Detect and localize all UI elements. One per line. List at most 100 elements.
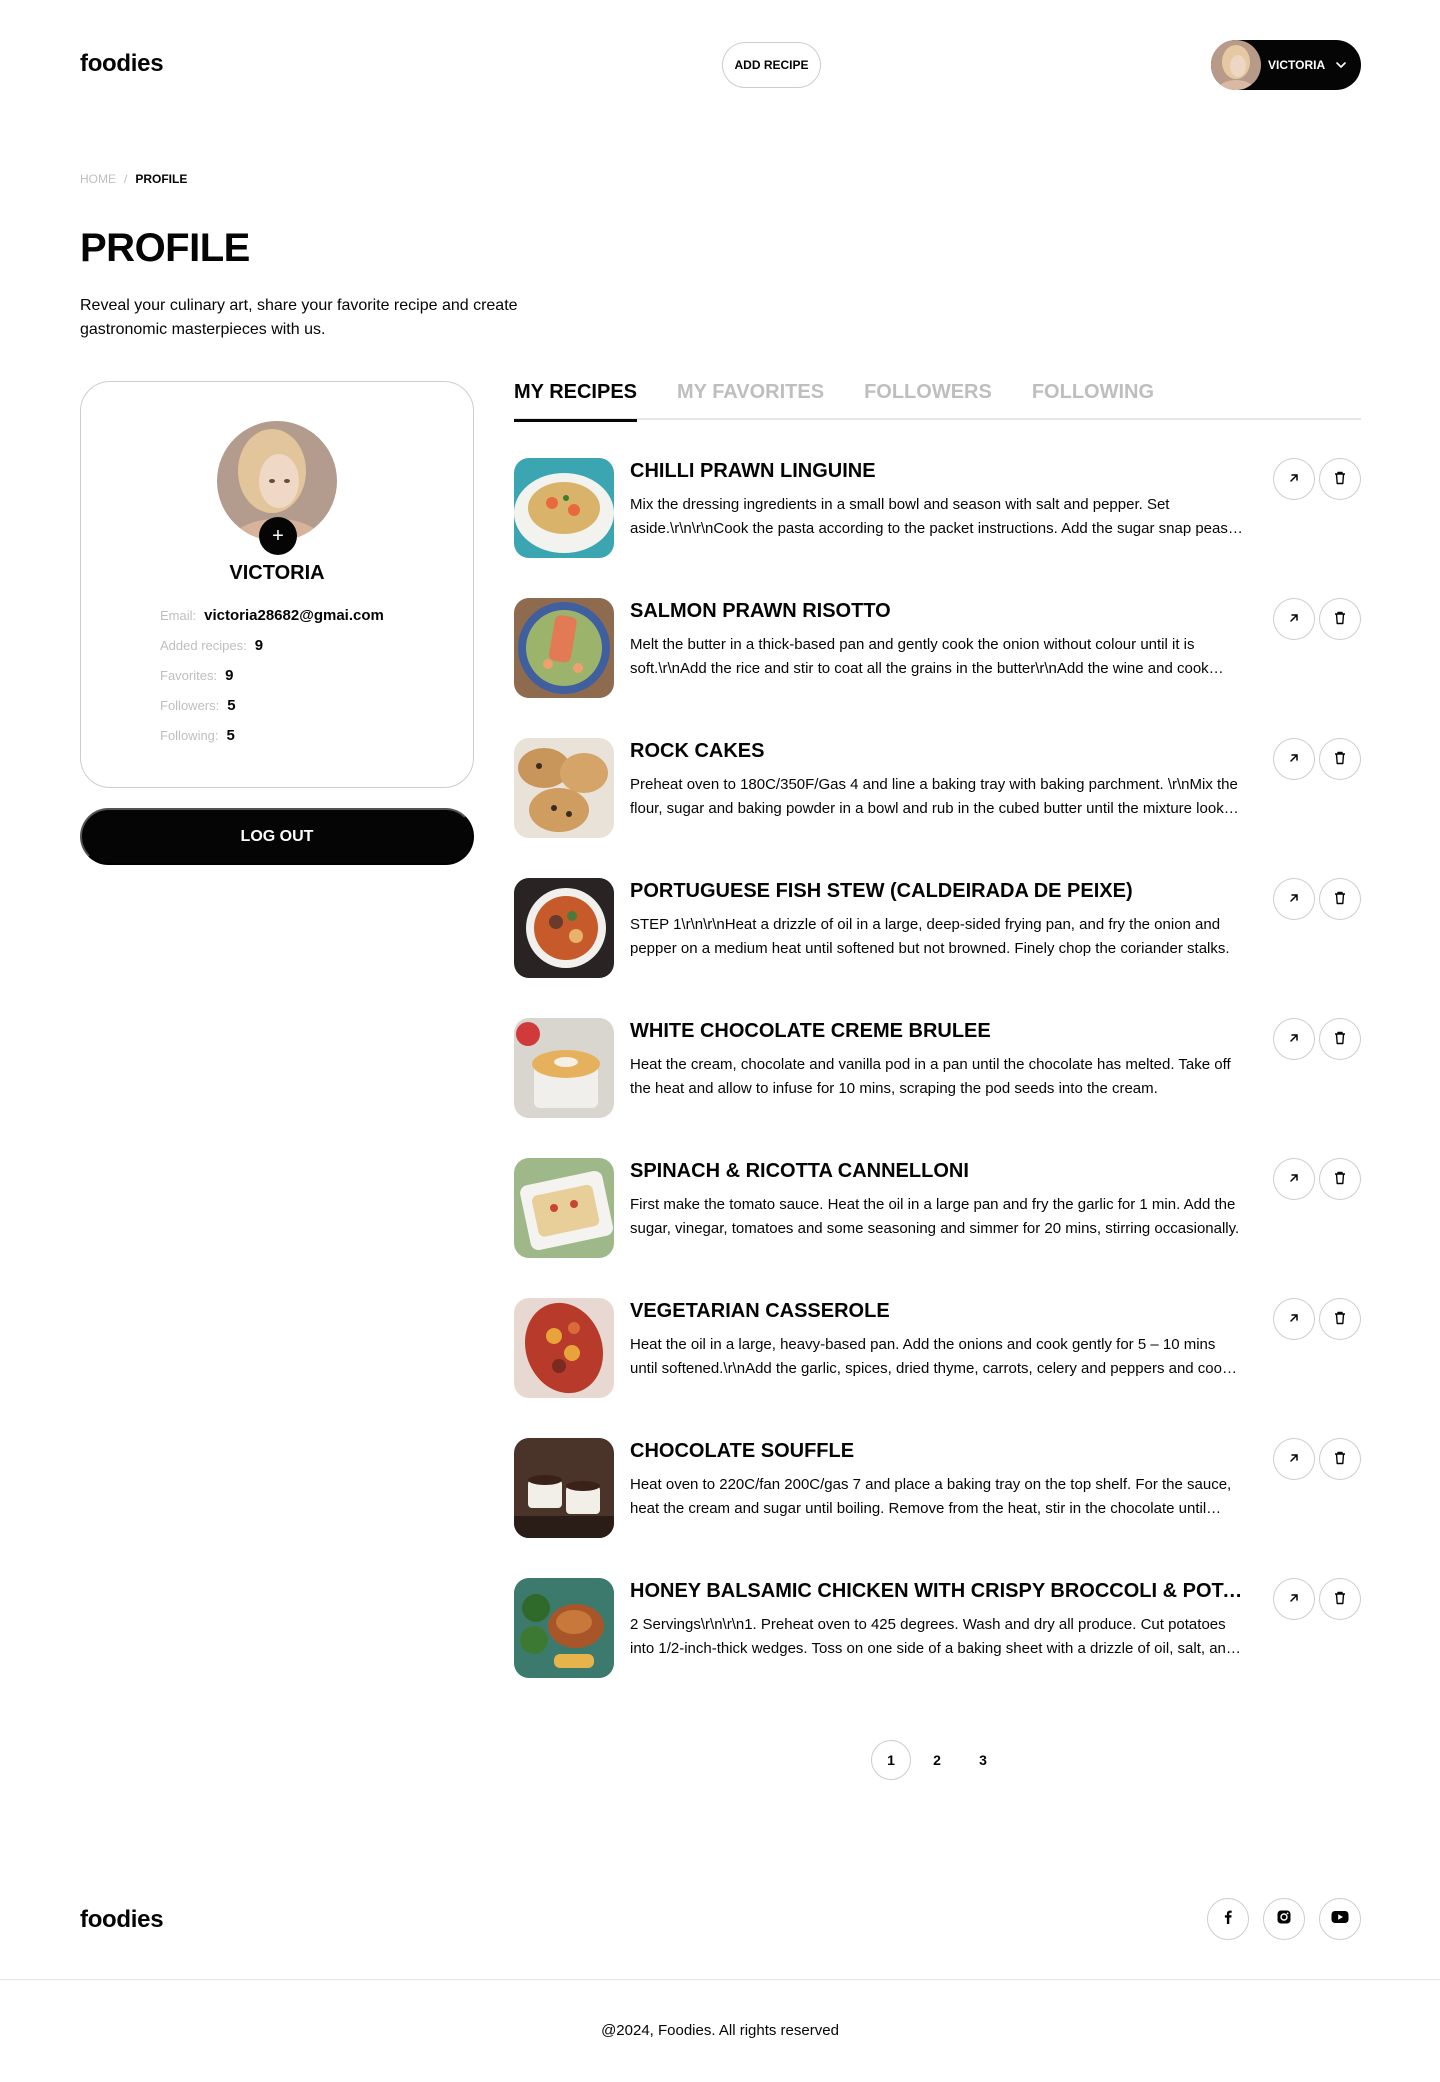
open-recipe-button[interactable] <box>1273 458 1315 500</box>
recipe-description: First make the tomato sauce. Heat the oi… <box>630 1196 1240 1237</box>
instagram-link[interactable] <box>1263 1898 1305 1940</box>
tab-following[interactable]: FOLLOWING <box>1032 378 1154 420</box>
recipe-item: SPINACH & RICOTTA CANNELLONI First make … <box>514 1158 1361 1298</box>
upload-photo-button[interactable]: + <box>259 517 297 555</box>
trash-icon <box>1332 1170 1348 1189</box>
recipe-image[interactable] <box>514 1578 614 1678</box>
add-recipe-button[interactable]: ADD RECIPE <box>722 42 821 88</box>
stat-following: Following: 5 <box>160 727 384 757</box>
delete-recipe-button[interactable] <box>1319 1578 1361 1620</box>
footer-divider <box>0 1979 1440 1980</box>
recipe-image[interactable] <box>514 1438 614 1538</box>
open-recipe-button[interactable] <box>1273 1018 1315 1060</box>
open-recipe-button[interactable] <box>1273 878 1315 920</box>
open-recipe-button[interactable] <box>1273 1158 1315 1200</box>
tab-followers[interactable]: FOLLOWERS <box>864 378 992 420</box>
stat-favorites: Favorites: 9 <box>160 667 384 697</box>
page-button[interactable]: 3 <box>963 1740 1003 1780</box>
open-recipe-button[interactable] <box>1273 1578 1315 1620</box>
recipe-item: SALMON PRAWN RISOTTO Melt the butter in … <box>514 598 1361 738</box>
recipe-item: CHILLI PRAWN LINGUINE Mix the dressing i… <box>514 458 1361 598</box>
facebook-link[interactable] <box>1207 1898 1249 1940</box>
recipe-title[interactable]: PORTUGUESE FISH STEW (CALDEIRADA DE PEIX… <box>630 880 1244 903</box>
profile-tabs: MY RECIPES MY FAVORITES FOLLOWERS FOLLOW… <box>514 378 1361 422</box>
recipe-item: CHOCOLATE SOUFFLE Heat oven to 220C/fan … <box>514 1438 1361 1578</box>
arrow-up-right-icon <box>1287 1031 1301 1048</box>
trash-icon <box>1332 890 1348 909</box>
recipe-item: VEGETARIAN CASSEROLE Heat the oil in a l… <box>514 1298 1361 1438</box>
breadcrumb-current: PROFILE <box>135 172 188 186</box>
trash-icon <box>1332 1310 1348 1329</box>
delete-recipe-button[interactable] <box>1319 1158 1361 1200</box>
tab-my-recipes[interactable]: MY RECIPES <box>514 378 637 422</box>
arrow-up-right-icon <box>1287 1591 1301 1608</box>
footer-logo[interactable]: foodies <box>80 1906 164 1934</box>
recipe-image[interactable] <box>514 1018 614 1118</box>
stat-label: Followers: <box>160 698 220 713</box>
stat-value: 5 <box>227 697 236 714</box>
recipe-title[interactable]: SPINACH & RICOTTA CANNELLONI <box>630 1160 1244 1183</box>
recipe-title[interactable]: CHILLI PRAWN LINGUINE <box>630 460 1244 483</box>
logout-button[interactable]: LOG OUT <box>80 808 474 865</box>
delete-recipe-button[interactable] <box>1319 1438 1361 1480</box>
tab-my-favorites[interactable]: MY FAVORITES <box>677 378 824 420</box>
stat-value: 9 <box>225 667 234 684</box>
arrow-up-right-icon <box>1287 1451 1301 1468</box>
delete-recipe-button[interactable] <box>1319 738 1361 780</box>
stat-label: Email: <box>160 608 197 623</box>
recipe-description: Heat oven to 220C/fan 200C/gas 7 and pla… <box>630 1476 1232 1517</box>
trash-icon <box>1332 1450 1348 1469</box>
user-avatar <box>1211 40 1261 90</box>
recipe-title[interactable]: CHOCOLATE SOUFFLE <box>630 1440 1244 1463</box>
recipe-image[interactable] <box>514 1158 614 1258</box>
page-subtitle: Reveal your culinary art, share your fav… <box>80 297 518 338</box>
recipe-item: WHITE CHOCOLATE CREME BRULEE Heat the cr… <box>514 1018 1361 1158</box>
chevron-down-icon <box>1334 58 1348 72</box>
recipe-image[interactable] <box>514 1298 614 1398</box>
recipe-list: CHILLI PRAWN LINGUINE Mix the dressing i… <box>514 458 1361 1718</box>
recipe-title[interactable]: ROCK CAKES <box>630 740 1244 763</box>
breadcrumb: HOME / PROFILE <box>80 172 187 186</box>
delete-recipe-button[interactable] <box>1319 1298 1361 1340</box>
instagram-icon <box>1276 1909 1292 1930</box>
delete-recipe-button[interactable] <box>1319 458 1361 500</box>
facebook-icon <box>1220 1909 1236 1930</box>
youtube-icon <box>1331 1910 1349 1929</box>
page-button[interactable]: 1 <box>871 1740 911 1780</box>
recipe-title[interactable]: WHITE CHOCOLATE CREME BRULEE <box>630 1020 1244 1043</box>
stat-value: 9 <box>254 637 264 654</box>
arrow-up-right-icon <box>1287 611 1301 628</box>
delete-recipe-button[interactable] <box>1319 1018 1361 1060</box>
breadcrumb-separator: / <box>124 172 128 186</box>
delete-recipe-button[interactable] <box>1319 878 1361 920</box>
user-menu-button[interactable]: VICTORIA <box>1211 40 1361 90</box>
recipe-title[interactable]: HONEY BALSAMIC CHICKEN WITH CRISPY BROCC… <box>630 1580 1244 1603</box>
recipe-item: PORTUGUESE FISH STEW (CALDEIRADA DE PEIX… <box>514 878 1361 1018</box>
recipe-image[interactable] <box>514 458 614 558</box>
breadcrumb-home[interactable]: HOME <box>80 172 116 186</box>
header-logo[interactable]: foodies <box>80 50 164 78</box>
recipe-description: Heat the cream, chocolate and vanilla po… <box>630 1056 1231 1097</box>
recipe-image[interactable] <box>514 878 614 978</box>
open-recipe-button[interactable] <box>1273 1298 1315 1340</box>
stat-value: 5 <box>226 727 235 744</box>
recipe-title[interactable]: SALMON PRAWN RISOTTO <box>630 600 1244 623</box>
stat-followers: Followers: 5 <box>160 697 384 727</box>
copyright-text: @2024, Foodies. All rights reserved <box>601 2022 839 2039</box>
open-recipe-button[interactable] <box>1273 1438 1315 1480</box>
stat-label: Added recipes: <box>160 638 247 653</box>
recipe-description: STEP 1\r\n\r\nHeat a drizzle of oil in a… <box>630 916 1230 957</box>
recipe-image[interactable] <box>514 738 614 838</box>
recipe-description: Preheat oven to 180C/350F/Gas 4 and line… <box>630 776 1238 817</box>
delete-recipe-button[interactable] <box>1319 598 1361 640</box>
open-recipe-button[interactable] <box>1273 598 1315 640</box>
trash-icon <box>1332 1590 1348 1609</box>
recipe-item: ROCK CAKES Preheat oven to 180C/350F/Gas… <box>514 738 1361 878</box>
stat-value: victoria28682@gmai.com <box>204 607 384 624</box>
recipe-image[interactable] <box>514 598 614 698</box>
arrow-up-right-icon <box>1287 751 1301 768</box>
page-button[interactable]: 2 <box>917 1740 957 1780</box>
youtube-link[interactable] <box>1319 1898 1361 1940</box>
recipe-title[interactable]: VEGETARIAN CASSEROLE <box>630 1300 1244 1323</box>
open-recipe-button[interactable] <box>1273 738 1315 780</box>
